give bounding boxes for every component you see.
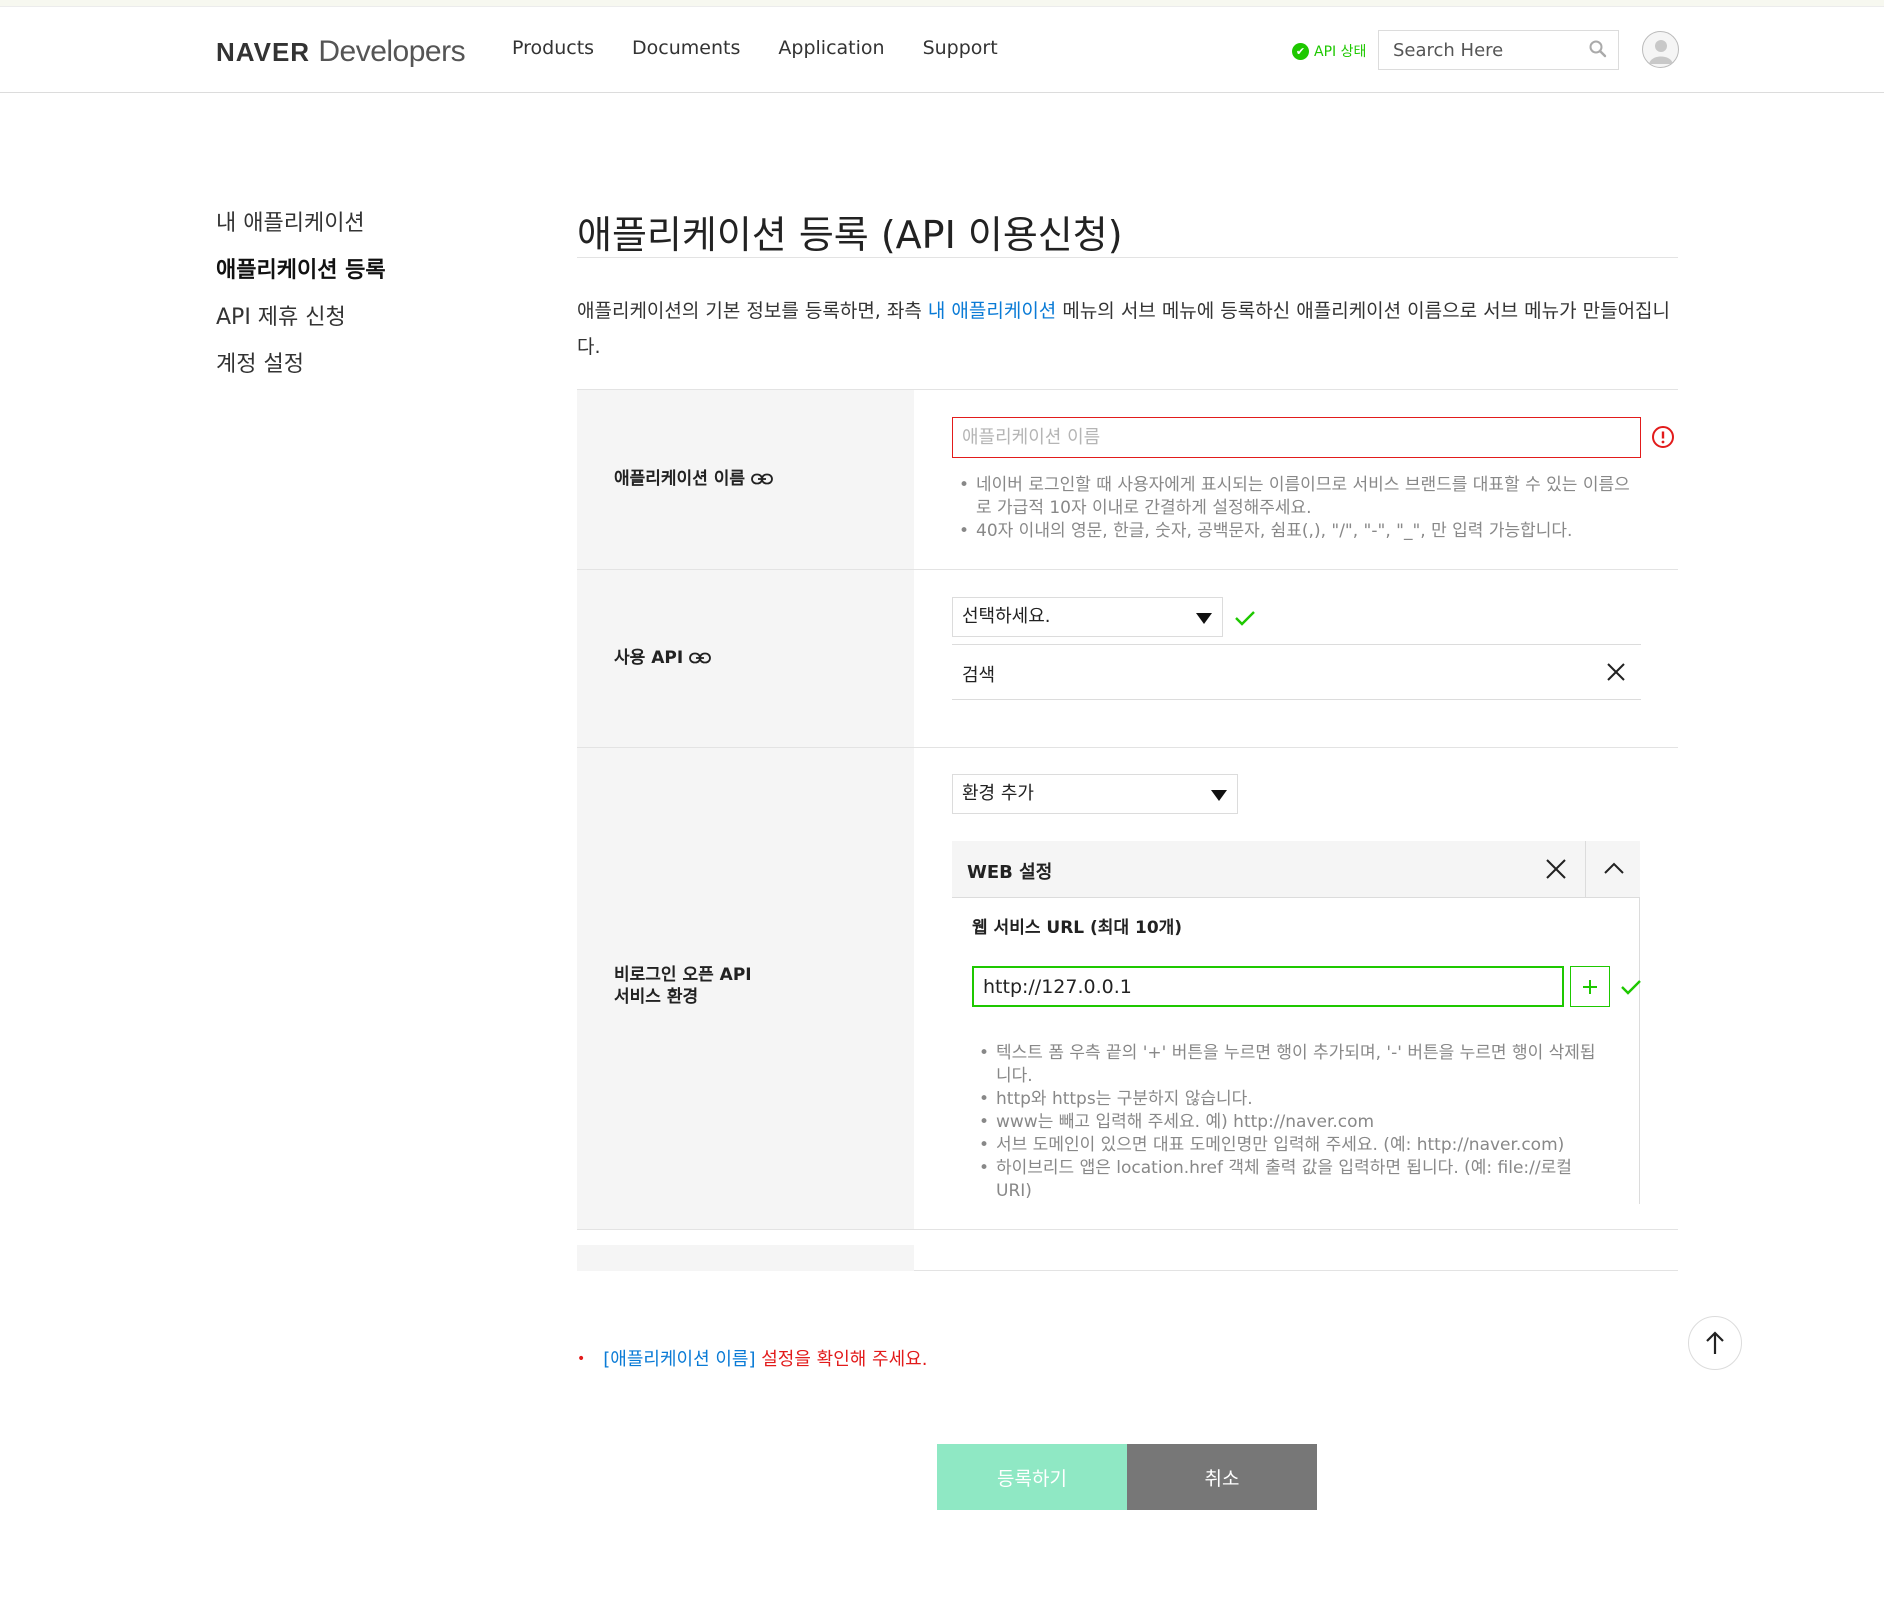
header: NAVER Developers Products Documents Appl… [0, 7, 1884, 93]
api-label: 사용 API [614, 647, 712, 669]
hint-item: 텍스트 폼 우측 끝의 '+' 버튼을 누르면 행이 추가되며, '-' 버튼을… [972, 1042, 1602, 1088]
sidebar-item-app-register[interactable]: 애플리케이션 등록 [216, 252, 386, 283]
scroll-to-top-button[interactable] [1688, 1316, 1742, 1370]
env-label-line2: 서비스 환경 [614, 987, 699, 1007]
check-circle-icon: ✔ [1292, 42, 1309, 60]
desc-text-pre: 애플리케이션의 기본 정보를 등록하면, 좌측 [577, 300, 928, 322]
page-description: 애플리케이션의 기본 정보를 등록하면, 좌측 내 애플리케이션 메뉴의 서브 … [577, 293, 1678, 365]
user-avatar[interactable] [1642, 31, 1679, 68]
search-icon[interactable] [1588, 39, 1608, 59]
check-icon [1235, 611, 1255, 626]
logo-developers: Developers [318, 35, 466, 68]
hint-item: www는 빼고 입력해 주세요. 예) http://naver.com [972, 1111, 1602, 1134]
env-label: 비로그인 오픈 API 서비스 환경 [614, 964, 752, 1008]
form-row-app-name: 애플리케이션 이름 네이버 로그인할 때 사용자에게 표시되는 이름이므로 서비… [577, 390, 1678, 570]
web-url-subtitle: 웹 서비스 URL (최대 10개) [972, 918, 1183, 938]
form-label-cell [577, 1245, 914, 1271]
api-label-text: 사용 API [614, 648, 684, 668]
form-label-cell: 애플리케이션 이름 [577, 390, 914, 569]
naver-developers-logo[interactable]: NAVER Developers [216, 35, 466, 69]
validation-error-message: • [애플리케이션 이름] 설정을 확인해 주세요. [577, 1345, 927, 1371]
web-url-input[interactable] [972, 966, 1564, 1007]
env-label-line1: 비로그인 오픈 API [614, 965, 752, 985]
api-select[interactable]: 선택하세요. [952, 597, 1223, 637]
form-label-cell: 사용 API [577, 570, 914, 747]
api-status-label: API 상태 [1314, 44, 1367, 60]
caret-down-icon [1196, 613, 1212, 624]
form-row-api: 사용 API 선택하세요. 검색 [577, 570, 1678, 748]
sidebar-item-my-apps[interactable]: 내 애플리케이션 [216, 205, 386, 236]
hint-item: 40자 이내의 영문, 한글, 숫자, 공백문자, 쉼표(,), "/", "-… [952, 520, 1637, 543]
app-name-label: 애플리케이션 이름 [614, 468, 773, 490]
sidebar-item-api-partnership[interactable]: API 제휴 신청 [216, 299, 386, 330]
api-select-value: 선택하세요. [962, 606, 1051, 627]
plus-icon [1583, 979, 1597, 994]
hint-item: http와 https는 구분하지 않습니다. [972, 1088, 1602, 1111]
web-settings-header: WEB 설정 [952, 841, 1640, 898]
title-divider [577, 257, 1678, 258]
env-select[interactable]: 환경 추가 [952, 774, 1238, 814]
app-name-hints: 네이버 로그인할 때 사용자에게 표시되는 이름이므로 서비스 브랜드를 대표할… [952, 474, 1637, 543]
app-name-label-text: 애플리케이션 이름 [614, 469, 746, 489]
web-url-hints: 텍스트 폼 우측 끝의 '+' 버튼을 누르면 행이 추가되며, '-' 버튼을… [972, 1042, 1602, 1203]
selected-api-item: 검색 [952, 644, 1641, 700]
form-body-cell: 선택하세요. 검색 [914, 570, 1678, 747]
top-strip [0, 0, 1884, 7]
form-body-cell: 환경 추가 WEB 설정 웹 서비스 URL (최대 10개) http://1… [914, 748, 1678, 1229]
caret-down-icon [1211, 790, 1227, 801]
check-icon [1621, 980, 1641, 995]
close-icon[interactable] [1544, 857, 1568, 881]
error-alert-icon [1652, 426, 1674, 448]
form-body-cell: 네이버 로그인할 때 사용자에게 표시되는 이름이므로 서비스 브랜드를 대표할… [914, 390, 1678, 569]
search-input[interactable] [1379, 31, 1579, 69]
form-label-cell: 비로그인 오픈 API 서비스 환경 [577, 748, 914, 1229]
selected-api-name: 검색 [962, 665, 996, 686]
env-select-value: 환경 추가 [962, 783, 1034, 804]
chevron-up-icon[interactable] [1603, 858, 1625, 880]
header-separator [1585, 841, 1586, 898]
sidebar: 내 애플리케이션 애플리케이션 등록 API 제휴 신청 계정 설정 [216, 205, 386, 393]
form-row-service-env: 비로그인 오픈 API 서비스 환경 환경 추가 WEB 설정 웹 서비스 UR… [577, 748, 1678, 1230]
web-settings-title: WEB 설정 [967, 862, 1053, 883]
logo-naver: NAVER [216, 37, 311, 67]
register-button[interactable]: 등록하기 [937, 1444, 1127, 1510]
app-name-input[interactable] [952, 417, 1641, 458]
hint-item: 하이브리드 앱은 location.href 객체 출력 값을 입력하면 됩니다… [972, 1157, 1602, 1203]
error-bullet: • [577, 1351, 586, 1367]
nav-support[interactable]: Support [923, 37, 998, 59]
nav-documents[interactable]: Documents [632, 37, 740, 59]
error-field-key: [애플리케이션 이름] [603, 1349, 756, 1370]
hint-item: 네이버 로그인할 때 사용자에게 표시되는 이름이므로 서비스 브랜드를 대표할… [952, 474, 1637, 520]
sidebar-item-account-settings[interactable]: 계정 설정 [216, 346, 386, 377]
link-icon[interactable] [689, 652, 712, 664]
page-title: 애플리케이션 등록 (API 이용신청) [577, 213, 1123, 257]
form-row-empty [577, 1230, 1678, 1271]
close-icon[interactable] [1605, 661, 1627, 683]
error-text: 설정을 확인해 주세요. [755, 1349, 928, 1370]
nav-application[interactable]: Application [778, 37, 884, 59]
api-status-link[interactable]: ✔ API 상태 [1292, 41, 1366, 61]
nav-products[interactable]: Products [512, 37, 594, 59]
link-icon[interactable] [751, 473, 773, 485]
desc-link-my-apps[interactable]: 내 애플리케이션 [928, 300, 1056, 322]
web-settings-panel: WEB 설정 웹 서비스 URL (최대 10개) http://127.0.0… [952, 841, 1641, 1204]
add-url-button[interactable] [1570, 966, 1610, 1007]
hint-item: 서브 도메인이 있으면 대표 도메인명만 입력해 주세요. (예: http:/… [972, 1134, 1602, 1157]
user-icon [1649, 40, 1673, 64]
global-nav: Products Documents Application Support [512, 37, 998, 59]
search-box [1378, 30, 1619, 70]
cancel-button[interactable]: 취소 [1127, 1444, 1317, 1510]
arrow-up-icon [1706, 1331, 1724, 1354]
